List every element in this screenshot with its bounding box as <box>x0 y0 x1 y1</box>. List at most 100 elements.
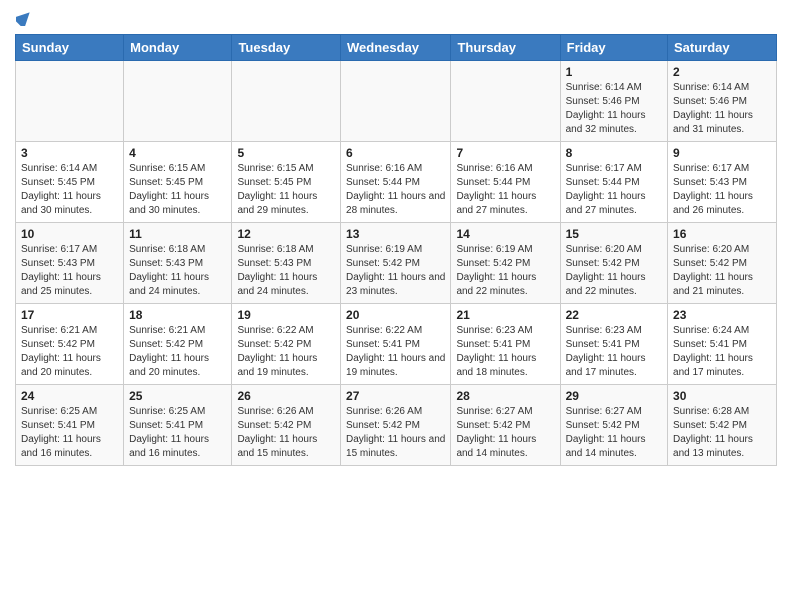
day-number: 18 <box>129 308 226 322</box>
day-number: 30 <box>673 389 771 403</box>
day-info: Sunrise: 6:16 AM Sunset: 5:44 PM Dayligh… <box>346 162 445 218</box>
calendar-header-tuesday: Tuesday <box>232 35 341 61</box>
day-info: Sunrise: 6:26 AM Sunset: 5:42 PM Dayligh… <box>346 405 445 461</box>
calendar-cell: 24 Sunrise: 6:25 AM Sunset: 5:41 PM Dayli… <box>16 385 124 466</box>
calendar-cell: 20 Sunrise: 6:22 AM Sunset: 5:41 PM Dayli… <box>341 304 451 385</box>
calendar-cell: 27 Sunrise: 6:26 AM Sunset: 5:42 PM Dayli… <box>341 385 451 466</box>
calendar-cell <box>124 61 232 142</box>
day-info: Sunrise: 6:18 AM Sunset: 5:43 PM Dayligh… <box>129 243 226 299</box>
calendar-cell: 30 Sunrise: 6:28 AM Sunset: 5:42 PM Dayli… <box>668 385 777 466</box>
day-info: Sunrise: 6:27 AM Sunset: 5:42 PM Dayligh… <box>456 405 554 461</box>
day-info: Sunrise: 6:15 AM Sunset: 5:45 PM Dayligh… <box>129 162 226 218</box>
logo-text <box>15 10 33 26</box>
page: SundayMondayTuesdayWednesdayThursdayFrid… <box>0 0 792 476</box>
calendar-header-monday: Monday <box>124 35 232 61</box>
calendar-week-0: 1Sunrise: 6:14 AM Sunset: 5:46 PM Daylig… <box>16 61 777 142</box>
calendar-table: SundayMondayTuesdayWednesdayThursdayFrid… <box>15 34 777 466</box>
calendar-header-friday: Friday <box>560 35 667 61</box>
calendar-cell: 3 Sunrise: 6:14 AM Sunset: 5:45 PM Daylig… <box>16 142 124 223</box>
day-info: Sunrise: 6:22 AM Sunset: 5:41 PM Dayligh… <box>346 324 445 380</box>
day-number: 9 <box>673 146 771 160</box>
calendar-cell: 19Sunrise: 6:22 AM Sunset: 5:42 PM Dayli… <box>232 304 341 385</box>
day-info: Sunrise: 6:15 AM Sunset: 5:45 PM Dayligh… <box>237 162 335 218</box>
calendar-header-saturday: Saturday <box>668 35 777 61</box>
calendar-cell: 26 Sunrise: 6:26 AM Sunset: 5:42 PM Dayli… <box>232 385 341 466</box>
calendar-cell <box>16 61 124 142</box>
day-number: 25 <box>129 389 226 403</box>
calendar-cell: 22 Sunrise: 6:23 AM Sunset: 5:41 PM Dayli… <box>560 304 667 385</box>
day-number: 24 <box>21 389 118 403</box>
calendar-cell: 8Sunrise: 6:17 AM Sunset: 5:44 PM Daylig… <box>560 142 667 223</box>
day-number: 14 <box>456 227 554 241</box>
day-info: Sunrise: 6:17 AM Sunset: 5:43 PM Dayligh… <box>21 243 118 299</box>
day-number: 1 <box>566 65 662 79</box>
day-number: 7 <box>456 146 554 160</box>
day-number: 12 <box>237 227 335 241</box>
day-number: 29 <box>566 389 662 403</box>
day-info: Sunrise: 6:23 AM Sunset: 5:41 PM Dayligh… <box>456 324 554 380</box>
calendar-cell: 5 Sunrise: 6:15 AM Sunset: 5:45 PM Daylig… <box>232 142 341 223</box>
day-info: Sunrise: 6:25 AM Sunset: 5:41 PM Dayligh… <box>21 405 118 461</box>
calendar-week-4: 24 Sunrise: 6:25 AM Sunset: 5:41 PM Dayli… <box>16 385 777 466</box>
day-number: 23 <box>673 308 771 322</box>
calendar-cell <box>232 61 341 142</box>
calendar-cell: 1Sunrise: 6:14 AM Sunset: 5:46 PM Daylig… <box>560 61 667 142</box>
calendar-cell: 4 Sunrise: 6:15 AM Sunset: 5:45 PM Daylig… <box>124 142 232 223</box>
day-number: 6 <box>346 146 445 160</box>
day-info: Sunrise: 6:14 AM Sunset: 5:45 PM Dayligh… <box>21 162 118 218</box>
day-info: Sunrise: 6:24 AM Sunset: 5:41 PM Dayligh… <box>673 324 771 380</box>
day-info: Sunrise: 6:17 AM Sunset: 5:44 PM Dayligh… <box>566 162 662 218</box>
calendar-cell: 23 Sunrise: 6:24 AM Sunset: 5:41 PM Dayli… <box>668 304 777 385</box>
day-number: 26 <box>237 389 335 403</box>
day-info: Sunrise: 6:28 AM Sunset: 5:42 PM Dayligh… <box>673 405 771 461</box>
day-info: Sunrise: 6:27 AM Sunset: 5:42 PM Dayligh… <box>566 405 662 461</box>
day-number: 16 <box>673 227 771 241</box>
day-info: Sunrise: 6:17 AM Sunset: 5:43 PM Dayligh… <box>673 162 771 218</box>
calendar-week-3: 17 Sunrise: 6:21 AM Sunset: 5:42 PM Dayli… <box>16 304 777 385</box>
calendar-header-thursday: Thursday <box>451 35 560 61</box>
day-number: 20 <box>346 308 445 322</box>
day-info: Sunrise: 6:21 AM Sunset: 5:42 PM Dayligh… <box>21 324 118 380</box>
day-info: Sunrise: 6:18 AM Sunset: 5:43 PM Dayligh… <box>237 243 335 299</box>
day-info: Sunrise: 6:16 AM Sunset: 5:44 PM Dayligh… <box>456 162 554 218</box>
calendar-week-1: 3 Sunrise: 6:14 AM Sunset: 5:45 PM Daylig… <box>16 142 777 223</box>
day-number: 27 <box>346 389 445 403</box>
day-number: 13 <box>346 227 445 241</box>
calendar-header-sunday: Sunday <box>16 35 124 61</box>
day-info: Sunrise: 6:25 AM Sunset: 5:41 PM Dayligh… <box>129 405 226 461</box>
day-info: Sunrise: 6:26 AM Sunset: 5:42 PM Dayligh… <box>237 405 335 461</box>
calendar-cell: 25 Sunrise: 6:25 AM Sunset: 5:41 PM Dayli… <box>124 385 232 466</box>
calendar-cell: 6 Sunrise: 6:16 AM Sunset: 5:44 PM Daylig… <box>341 142 451 223</box>
calendar-cell <box>451 61 560 142</box>
calendar-cell: 2Sunrise: 6:14 AM Sunset: 5:46 PM Daylig… <box>668 61 777 142</box>
header <box>15 10 777 26</box>
day-number: 28 <box>456 389 554 403</box>
day-number: 17 <box>21 308 118 322</box>
calendar-cell: 29 Sunrise: 6:27 AM Sunset: 5:42 PM Dayli… <box>560 385 667 466</box>
logo-triangle-icon <box>16 10 32 26</box>
calendar-cell: 28 Sunrise: 6:27 AM Sunset: 5:42 PM Dayli… <box>451 385 560 466</box>
day-number: 3 <box>21 146 118 160</box>
day-info: Sunrise: 6:23 AM Sunset: 5:41 PM Dayligh… <box>566 324 662 380</box>
day-number: 15 <box>566 227 662 241</box>
calendar-cell: 7 Sunrise: 6:16 AM Sunset: 5:44 PM Daylig… <box>451 142 560 223</box>
calendar-cell: 11 Sunrise: 6:18 AM Sunset: 5:43 PM Dayli… <box>124 223 232 304</box>
day-info: Sunrise: 6:21 AM Sunset: 5:42 PM Dayligh… <box>129 324 226 380</box>
day-number: 11 <box>129 227 226 241</box>
calendar-cell: 13 Sunrise: 6:19 AM Sunset: 5:42 PM Dayli… <box>341 223 451 304</box>
calendar-cell: 12 Sunrise: 6:18 AM Sunset: 5:43 PM Dayli… <box>232 223 341 304</box>
day-number: 2 <box>673 65 771 79</box>
calendar-cell: 17 Sunrise: 6:21 AM Sunset: 5:42 PM Dayli… <box>16 304 124 385</box>
day-number: 22 <box>566 308 662 322</box>
day-number: 19 <box>237 308 335 322</box>
calendar-cell: 16 Sunrise: 6:20 AM Sunset: 5:42 PM Dayli… <box>668 223 777 304</box>
day-info: Sunrise: 6:20 AM Sunset: 5:42 PM Dayligh… <box>566 243 662 299</box>
day-info: Sunrise: 6:20 AM Sunset: 5:42 PM Dayligh… <box>673 243 771 299</box>
day-number: 5 <box>237 146 335 160</box>
day-info: Sunrise: 6:19 AM Sunset: 5:42 PM Dayligh… <box>346 243 445 299</box>
calendar-cell: 15 Sunrise: 6:20 AM Sunset: 5:42 PM Dayli… <box>560 223 667 304</box>
logo <box>15 10 33 26</box>
day-info: Sunrise: 6:19 AM Sunset: 5:42 PM Dayligh… <box>456 243 554 299</box>
day-number: 4 <box>129 146 226 160</box>
calendar-cell: 10Sunrise: 6:17 AM Sunset: 5:43 PM Dayli… <box>16 223 124 304</box>
